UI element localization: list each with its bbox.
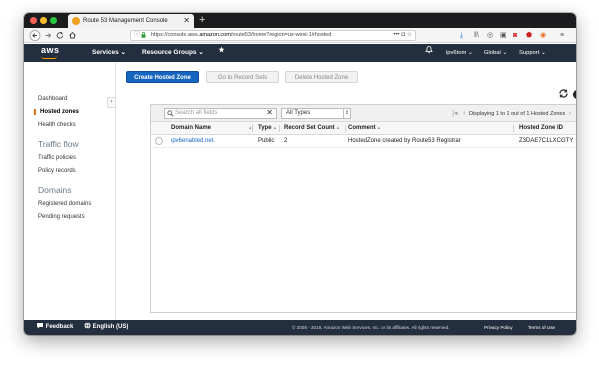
column-record-set-count[interactable]: Record Set Count ▴ [284,122,339,135]
url-prefix: https://console.aws. [151,32,200,38]
refresh-icon[interactable] [558,88,569,102]
feedback-label: Feedback [45,324,74,330]
zoom-window-button[interactable] [50,17,57,24]
language-label: English (US) [92,324,129,330]
lock-icon [141,32,146,40]
copyright-text: © 2008 - 2018, Amazon Web Services, Inc.… [292,325,450,330]
delete-hosted-zone-button[interactable]: Delete Hosted Zone [285,71,358,83]
sidebar-heading-traffic-flow: Traffic flow [38,139,79,149]
prev-page-icon[interactable]: ‹ [463,110,465,117]
search-input[interactable]: Search all fields ✕ [164,108,277,119]
terms-of-use-link[interactable]: Terms of Use [528,320,555,335]
sidebar-icon[interactable]: ▣ [500,30,507,41]
menu-icon[interactable]: ≡ [560,30,564,41]
bell-icon[interactable] [425,44,433,62]
sidebar: ‹ Dashboard Hosted zones Health checks T… [24,62,116,320]
browser-tab[interactable]: Route 53 Management Console ✕ [68,14,194,28]
zone-comment: HostedZone created by Route53 Registrar [348,138,461,144]
table-row[interactable]: ipv6enabled.net. Public 2 HostedZone cre… [151,135,576,148]
back-icon[interactable] [29,29,41,45]
type-filter-select[interactable]: All Types ⇕ [281,108,351,119]
record-set-count: 2 [284,138,288,144]
table-header: Domain Name ▴ Type ▴ Record Set Count ▴ Com… [151,122,576,135]
aws-console-header: aws Services ⌄ Resource Groups ⌄ ipv6tom… [24,44,576,62]
forward-icon[interactable] [44,29,52,45]
filter-bar: Search all fields ✕ All Types ⇕ |◂ ‹ Dis… [151,105,576,122]
help-icon[interactable]: ? [573,90,576,99]
sidebar-item-hosted-zones[interactable]: Hosted zones [34,109,79,115]
next-page-icon[interactable]: › [569,110,571,117]
go-to-record-sets-button[interactable]: Go to Record Sets [206,71,279,83]
search-placeholder: Search all fields [175,110,218,116]
feedback-link[interactable]: Feedback [36,320,73,335]
new-tab-button[interactable]: + [199,13,205,28]
hosted-zones-panel: Search all fields ✕ All Types ⇕ |◂ ‹ Dis… [150,104,576,313]
main-content: Create Hosted Zone Go to Record Sets Del… [117,62,576,320]
first-page-icon[interactable]: |◂ [452,110,457,117]
pagination-text: Displaying 1 to 1 out of 1 Hosted Zones [468,111,566,117]
region-menu[interactable]: Global ⌄ [484,44,507,62]
tab-bar: Route 53 Management Console ✕ + [24,13,576,28]
sidebar-item-registered-domains[interactable]: Registered domains [38,201,91,207]
url-path: /route53/home?region=us-west-1#hosted [230,32,332,38]
language-selector[interactable]: English (US) [84,320,128,335]
tab-close-icon[interactable]: ✕ [183,14,190,28]
column-comment[interactable]: Comment ▴ [348,122,380,135]
type-filter-value: All Types [286,110,311,116]
resource-groups-menu[interactable]: Resource Groups ⌄ [142,44,204,62]
column-type[interactable]: Type ▴ [258,122,276,135]
aws-logo[interactable]: aws [41,45,60,55]
info-icon[interactable]: ⓘ [134,31,140,40]
navigation-bar: ⓘ https://console.aws.amazon.com/route53… [24,28,576,43]
select-arrow-icon: ⇕ [343,109,350,118]
clear-search-icon[interactable]: ✕ [266,108,273,117]
pin-icon[interactable] [218,44,225,62]
library-icon[interactable]: ‖\ [474,30,479,41]
url-bar[interactable]: ⓘ https://console.aws.amazon.com/route53… [130,30,416,41]
close-window-button[interactable] [30,17,37,24]
extension-orange-icon[interactable]: ◉ [540,30,546,41]
extension-red-icon[interactable]: ◙ [513,30,517,41]
search-icon [167,109,174,120]
browser-window: Route 53 Management Console ✕ + ⓘ https:… [24,13,576,335]
tab-title: Route 53 Management Console [83,18,168,24]
sidebar-item-dashboard[interactable]: Dashboard [38,96,67,102]
route53-favicon-icon [72,17,80,25]
url-actions[interactable]: ••• ◘ ☆ [390,31,412,40]
download-icon[interactable]: ⤓ [460,30,463,41]
column-hosted-zone-id[interactable]: Hosted Zone ID▴ [519,122,576,135]
sidebar-item-policy-records[interactable]: Policy records [38,168,76,174]
aws-logo-smile-icon [41,56,57,59]
url-domain: amazon.com [199,32,231,38]
reload-icon[interactable] [56,29,64,45]
row-select-radio[interactable] [155,137,163,145]
sidebar-item-pending-requests[interactable]: Pending requests [38,214,85,220]
sidebar-heading-domains: Domains [38,185,72,195]
create-hosted-zone-button[interactable]: Create Hosted Zone [126,71,199,83]
account-menu[interactable]: ipv6tom ⌄ [446,44,473,62]
column-domain-name[interactable]: Domain Name ▴ [171,122,252,135]
sidebar-item-traffic-policies[interactable]: Traffic policies [38,155,76,161]
domain-name-link[interactable]: ipv6enabled.net. [171,135,215,148]
sync-icon[interactable]: ◎ [487,30,493,41]
sidebar-collapse-button[interactable]: ‹ [107,97,116,108]
zone-type: Public [258,138,275,144]
home-icon[interactable] [68,29,77,45]
support-menu[interactable]: Support ⌄ [519,44,546,62]
sidebar-item-health-checks[interactable]: Health checks [38,122,76,128]
pagination: |◂ ‹ Displaying 1 to 1 out of 1 Hosted Z… [450,108,576,120]
minimize-window-button[interactable] [40,17,47,24]
hosted-zone-id: Z3DAE7C1LXCGTY [519,138,574,144]
console-footer: Feedback English (US) © 2008 - 2018, Ama… [24,320,576,335]
privacy-policy-link[interactable]: Privacy Policy [484,320,513,335]
shield-icon[interactable]: ⬟ [526,30,532,41]
services-menu[interactable]: Services ⌄ [92,44,126,62]
